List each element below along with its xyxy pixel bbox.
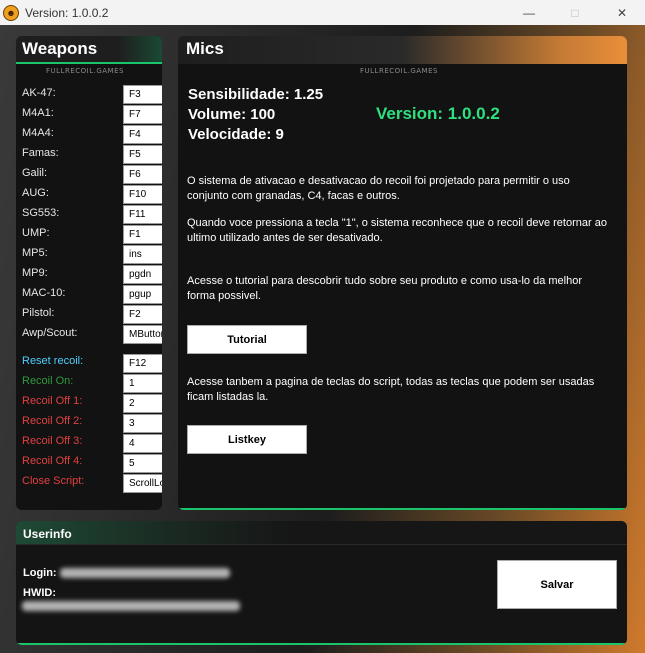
- weapon-label: Awp/Scout:: [22, 327, 78, 339]
- mics-title: Mics: [178, 36, 627, 64]
- login-label: Login:: [23, 567, 57, 579]
- weapon-key-input[interactable]: F7: [123, 105, 162, 124]
- key-one-text: Quando voce pressiona a tecla "1", o sis…: [187, 217, 607, 244]
- weapon-key-input[interactable]: F1: [123, 225, 162, 244]
- recoil-system-text: O sistema de ativacao e desativacao do r…: [187, 175, 570, 202]
- control-key-input[interactable]: 3: [123, 414, 162, 433]
- weapon-key-input[interactable]: F11: [123, 205, 162, 224]
- minimize-button[interactable]: —: [506, 0, 552, 25]
- mics-panel: Mics FULLRECOIL.GAMES Sensibilidade: 1.2…: [178, 36, 627, 510]
- weapons-watermark: FULLRECOIL.GAMES: [46, 67, 124, 75]
- userinfo-bottom-accent: [16, 643, 627, 645]
- weapon-key-input[interactable]: pgdn: [123, 265, 162, 284]
- version-text: Version: 1.0.0.2: [376, 104, 500, 123]
- hwid-value-redacted: [22, 601, 240, 611]
- weapon-label: Famas:: [22, 147, 59, 159]
- control-label: Close Script:: [22, 475, 85, 487]
- minimize-icon: —: [523, 5, 535, 20]
- control-label: Recoil Off 4:: [22, 455, 83, 467]
- weapon-key-input[interactable]: F5: [123, 145, 162, 164]
- weapon-label: M4A4:: [22, 127, 54, 139]
- control-label: Recoil Off 1:: [22, 395, 83, 407]
- control-key-input[interactable]: 4: [123, 434, 162, 453]
- userinfo-title: Userinfo: [16, 521, 627, 545]
- weapon-key-input[interactable]: pgup: [123, 285, 162, 304]
- weapon-label: MP9:: [22, 267, 48, 279]
- weapon-key-input[interactable]: F10: [123, 185, 162, 204]
- weapon-label: UMP:: [22, 227, 50, 239]
- control-label: Recoil Off 3:: [22, 435, 83, 447]
- velocidade-text: Velocidade: 9: [188, 126, 284, 143]
- listkey-button[interactable]: Listkey: [187, 425, 307, 454]
- weapons-title: Weapons: [16, 36, 162, 64]
- weapon-label: MP5:: [22, 247, 48, 259]
- weapon-label: Galil:: [22, 167, 48, 179]
- control-label: Reset recoil:: [22, 355, 84, 367]
- close-icon: ✕: [616, 5, 628, 20]
- weapons-panel: Weapons FULLRECOIL.GAMES AK-47: F3 M4A1: F7…: [16, 36, 162, 510]
- listkey-description: Acesse tanbem a pagina de teclas do scri…: [187, 376, 595, 403]
- mics-bottom-accent: [178, 508, 627, 510]
- weapon-key-input[interactable]: MButton: [123, 325, 162, 344]
- weapon-key-input[interactable]: F3: [123, 85, 162, 104]
- control-key-input[interactable]: F12: [123, 354, 162, 373]
- control-key-input[interactable]: 1: [123, 374, 162, 393]
- weapon-key-input[interactable]: F2: [123, 305, 162, 324]
- weapon-label: MAC-10:: [22, 287, 66, 299]
- maximize-icon: □: [571, 5, 579, 20]
- app-logo-icon: ☻: [3, 4, 19, 21]
- weapon-key-input[interactable]: F4: [123, 125, 162, 144]
- weapon-key-input[interactable]: ins: [123, 245, 162, 264]
- volume-text: Volume: 100: [188, 106, 276, 123]
- weapon-label: SG553:: [22, 207, 60, 219]
- login-value-redacted: [60, 568, 230, 578]
- weapon-label: Pilstol:: [22, 307, 55, 319]
- userinfo-panel: Userinfo Login: HWID: Salvar: [16, 521, 627, 645]
- maximize-button[interactable]: □: [552, 0, 598, 25]
- control-label: Recoil On:: [22, 375, 74, 387]
- control-label: Recoil Off 2:: [22, 415, 83, 427]
- weapon-label: AK-47:: [22, 87, 56, 99]
- sensibilidade-text: Sensibilidade: 1.25: [188, 86, 324, 103]
- close-button[interactable]: ✕: [599, 0, 645, 25]
- mics-watermark: FULLRECOIL.GAMES: [360, 67, 438, 75]
- title-bar: ☻ Version: 1.0.0.2 — □ ✕: [0, 0, 645, 25]
- window-title: Version: 1.0.0.2: [25, 5, 109, 20]
- tutorial-description: Acesse o tutorial para descobrir tudo so…: [187, 275, 582, 302]
- weapon-label: M4A1:: [22, 107, 54, 119]
- control-key-input[interactable]: ScrollLo: [123, 474, 162, 493]
- control-key-input[interactable]: 2: [123, 394, 162, 413]
- hwid-label: HWID:: [23, 587, 56, 599]
- weapon-key-input[interactable]: F6: [123, 165, 162, 184]
- save-button[interactable]: Salvar: [497, 560, 617, 609]
- weapon-label: AUG:: [22, 187, 49, 199]
- control-key-input[interactable]: 5: [123, 454, 162, 473]
- tutorial-button[interactable]: Tutorial: [187, 325, 307, 354]
